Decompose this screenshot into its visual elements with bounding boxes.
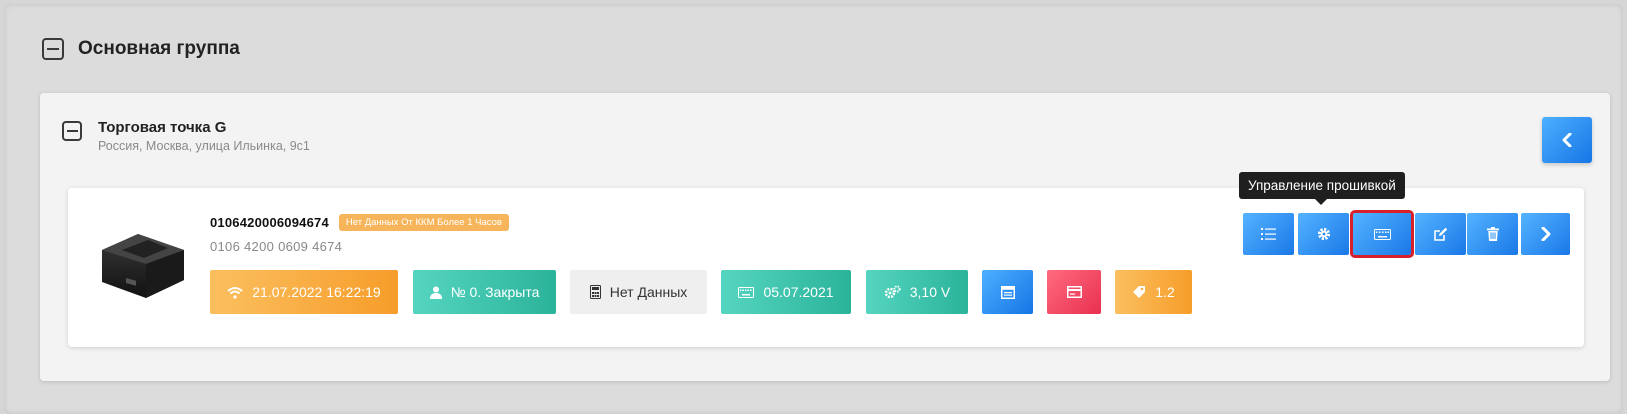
store-address: Россия, Москва, улица Ильинка, 9с1 [98, 139, 310, 153]
gears-icon [884, 285, 901, 299]
version-text: 1.2 [1155, 284, 1175, 300]
list-button[interactable] [1243, 213, 1294, 255]
store-title: Торговая точка G [98, 119, 227, 136]
delete-button[interactable] [1467, 213, 1518, 255]
tooltip: Управление прошивкой [1239, 172, 1405, 205]
firmware-date-chip[interactable]: 05.07.2021 [721, 270, 851, 314]
keyboard-icon [738, 286, 755, 298]
version-chip[interactable]: 1.2 [1115, 270, 1192, 314]
group-title: Основная группа [78, 38, 240, 59]
trash-icon [1486, 227, 1499, 241]
fiscal-text: Нет Данных [609, 284, 688, 300]
edit-button[interactable] [1415, 213, 1466, 255]
firmware-management-button[interactable] [1350, 210, 1414, 258]
fiscal-chip[interactable]: Нет Данных [570, 270, 707, 314]
window-icon [1000, 285, 1015, 299]
device-serial: 0106420006094674 [210, 215, 329, 230]
receipt-printer-image [102, 234, 184, 298]
store-header: Торговая точка G Россия, Москва, улица И… [62, 119, 310, 153]
edit-icon [1434, 227, 1448, 241]
device-serial-formatted: 0106 4200 0609 4674 [210, 239, 343, 254]
card-icon [1066, 286, 1082, 298]
chevron-left-icon [1562, 133, 1572, 147]
card-chip[interactable] [1047, 270, 1101, 314]
wifi-icon [227, 286, 243, 299]
group-collapse-toggle[interactable] [42, 38, 64, 60]
store-back-button[interactable] [1542, 117, 1592, 163]
gear-icon [1317, 227, 1330, 241]
keyboard-icon [1373, 228, 1391, 240]
store-panel: Торговая точка G Россия, Москва, улица И… [40, 93, 1610, 381]
store-collapse-toggle[interactable] [62, 121, 82, 141]
last-connection-text: 21.07.2022 16:22:19 [252, 284, 381, 300]
main-group-panel: Основная группа Торговая точка G Россия,… [4, 4, 1623, 414]
device-actions [1243, 210, 1570, 258]
settings-button[interactable] [1298, 213, 1349, 255]
last-connection-chip[interactable]: 21.07.2022 16:22:19 [210, 270, 398, 314]
shift-chip[interactable]: № 0. Закрыта [413, 270, 556, 314]
device-card: 0106420006094674 Нет Данных От ККМ Более… [68, 188, 1584, 347]
firmware-date-text: 05.07.2021 [763, 284, 834, 300]
window-chip[interactable] [982, 270, 1033, 314]
next-button[interactable] [1521, 213, 1570, 255]
calculator-icon [589, 285, 601, 299]
warning-badge: Нет Данных От ККМ Более 1 Часов [338, 214, 509, 231]
chevron-right-icon [1541, 227, 1551, 241]
tag-icon [1133, 286, 1146, 298]
list-icon [1261, 228, 1276, 240]
voltage-chip[interactable]: 3,10 V [866, 270, 968, 314]
serial-row: 0106420006094674 Нет Данных От ККМ Более… [210, 214, 509, 231]
user-icon [429, 286, 442, 299]
shift-text: № 0. Закрыта [450, 284, 540, 300]
voltage-text: 3,10 V [909, 284, 951, 300]
group-header: Основная группа [42, 38, 240, 60]
